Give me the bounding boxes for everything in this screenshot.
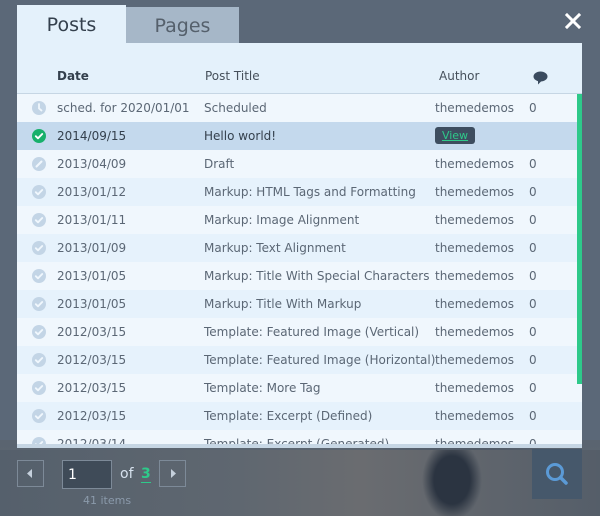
pencil-icon [32, 157, 46, 171]
table-row[interactable]: 2012/03/15 Template: More Tag themedemos 0 [17, 374, 582, 402]
post-date: 2013/01/11 [57, 213, 127, 227]
comment-count: 0 [529, 185, 537, 199]
of-label: of [120, 466, 134, 482]
comment-count: 0 [529, 213, 537, 227]
previous-page-button[interactable] [17, 460, 44, 487]
caret-right-icon [171, 469, 176, 478]
post-date: 2012/03/15 [57, 381, 127, 395]
post-date: 2012/03/15 [57, 409, 127, 423]
search-icon [546, 463, 568, 485]
post-author: themedemos [435, 325, 515, 339]
comment-count: 0 [529, 157, 537, 171]
table-header: Date Post Title Author [17, 43, 582, 94]
post-author: themedemos [435, 185, 515, 199]
comment-count: 0 [529, 241, 537, 255]
comment-count: 0 [529, 353, 537, 367]
table-row[interactable]: 2012/03/15 Template: Featured Image (Vert… [17, 318, 582, 346]
post-author: themedemos [435, 213, 515, 227]
check-circle-icon [32, 213, 46, 227]
table-row[interactable]: sched. for 2020/01/01 Scheduled themedemos… [17, 94, 582, 122]
post-title[interactable]: Scheduled [204, 101, 267, 115]
comment-icon [533, 71, 548, 85]
posts-list: sched. for 2020/01/01 Scheduled themedemos… [17, 94, 582, 448]
search-button[interactable] [532, 449, 582, 499]
post-title[interactable]: Draft [204, 157, 234, 171]
post-date: 2012/03/15 [57, 353, 127, 367]
post-title[interactable]: Template: Excerpt (Defined) [204, 409, 372, 423]
table-row[interactable]: 2014/09/15 Hello world! View [17, 122, 582, 150]
table-row[interactable]: 2012/03/15 Template: Excerpt (Defined) the… [17, 402, 582, 430]
post-title[interactable]: Markup: Title With Markup [204, 297, 361, 311]
table-row[interactable]: 2013/04/09 Draft themedemos 0 [17, 150, 582, 178]
check-circle-icon [32, 185, 46, 199]
comment-count: 0 [529, 325, 537, 339]
view-post-button[interactable]: View [435, 127, 475, 144]
post-title[interactable]: Markup: Title With Special Characters [204, 269, 429, 283]
post-title[interactable]: Markup: Image Alignment [204, 213, 359, 227]
table-row[interactable]: 2012/03/15 Template: Featured Image (Hori… [17, 346, 582, 374]
comment-count: 0 [529, 101, 537, 115]
post-title[interactable]: Template: Featured Image (Vertical) [204, 325, 419, 339]
page-number-input[interactable] [62, 460, 112, 489]
table-row[interactable]: 2013/01/05 Markup: Title With Special Cha… [17, 262, 582, 290]
check-circle-icon [32, 241, 46, 255]
close-icon [564, 12, 582, 30]
column-author[interactable]: Author [439, 69, 479, 83]
check-circle-icon [32, 409, 46, 423]
post-date: 2013/01/12 [57, 185, 127, 199]
comment-count: 0 [529, 269, 537, 283]
post-title[interactable]: Markup: Text Alignment [204, 241, 346, 255]
post-author: themedemos [435, 353, 515, 367]
posts-panel: Date Post Title Author sched. for 2020/0… [17, 43, 582, 448]
column-comments[interactable] [533, 71, 548, 88]
comment-count: 0 [529, 297, 537, 311]
check-circle-icon [32, 297, 46, 311]
check-circle-icon [32, 325, 46, 339]
scrollbar-thumb[interactable] [577, 94, 582, 384]
comment-count: 0 [529, 381, 537, 395]
next-page-button[interactable] [159, 460, 186, 487]
post-author: themedemos [435, 381, 515, 395]
table-row[interactable]: 2013/01/12 Markup: HTML Tags and Formatti… [17, 178, 582, 206]
check-circle-icon [32, 381, 46, 395]
background-figure [422, 450, 512, 516]
post-title[interactable]: Hello world! [204, 129, 276, 143]
items-count: 41 items [83, 494, 132, 507]
caret-left-icon [27, 469, 32, 478]
post-date: 2013/01/09 [57, 241, 127, 255]
post-date: 2013/04/09 [57, 157, 127, 171]
column-title[interactable]: Post Title [205, 69, 260, 83]
post-author: themedemos [435, 269, 515, 283]
check-circle-icon [32, 129, 46, 143]
post-title[interactable]: Markup: HTML Tags and Formatting [204, 185, 416, 199]
table-row[interactable]: 2013/01/11 Markup: Image Alignment themede… [17, 206, 582, 234]
post-date: 2014/09/15 [57, 129, 127, 143]
post-date: 2013/01/05 [57, 269, 127, 283]
column-date[interactable]: Date [57, 69, 89, 83]
post-author: themedemos [435, 241, 515, 255]
post-title[interactable]: Template: More Tag [204, 381, 321, 395]
post-author: themedemos [435, 297, 515, 311]
table-row[interactable]: 2013/01/09 Markup: Text Alignment themedem… [17, 234, 582, 262]
post-date: 2012/03/15 [57, 325, 127, 339]
tab-posts[interactable]: Posts [17, 5, 126, 43]
post-author: themedemos [435, 409, 515, 423]
total-pages-link[interactable]: 3 [141, 466, 151, 483]
tab-pages[interactable]: Pages [126, 7, 239, 43]
post-author: themedemos [435, 101, 515, 115]
post-date: 2013/01/05 [57, 297, 127, 311]
clock-icon [32, 101, 46, 115]
comment-count: 0 [529, 409, 537, 423]
post-date: sched. for 2020/01/01 [57, 101, 190, 115]
post-title[interactable]: Template: Featured Image (Horizontal) [204, 353, 435, 367]
panel-bottom-border [17, 444, 582, 448]
check-circle-icon [32, 269, 46, 283]
post-author: themedemos [435, 157, 515, 171]
close-button[interactable] [562, 10, 584, 32]
check-circle-icon [32, 353, 46, 367]
table-row[interactable]: 2013/01/05 Markup: Title With Markup theme… [17, 290, 582, 318]
